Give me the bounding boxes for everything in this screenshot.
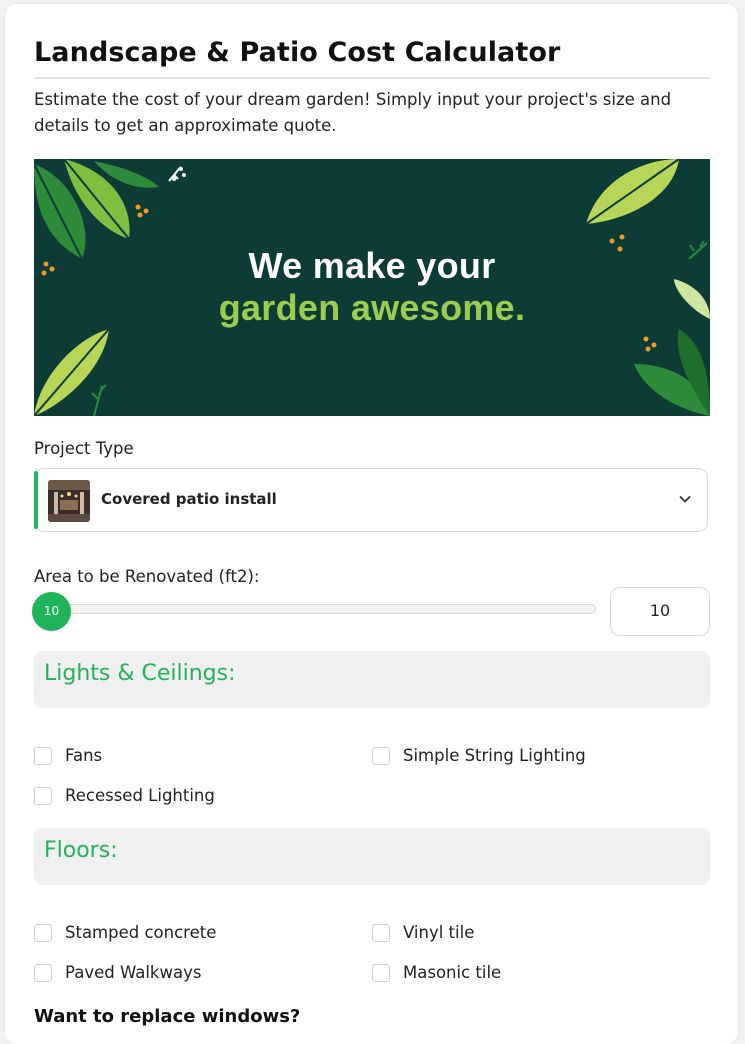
checkbox-vinyl-tile[interactable]: Vinyl tile bbox=[372, 923, 474, 942]
checkbox-fans[interactable]: Fans bbox=[34, 746, 102, 765]
project-type-label: Project Type bbox=[34, 439, 134, 458]
checkbox-recessed-lighting[interactable]: Recessed Lighting bbox=[34, 786, 215, 805]
project-type-select[interactable]: Covered patio install bbox=[34, 468, 708, 532]
floors-section-header: Floors: bbox=[34, 828, 710, 885]
garden-banner: We make your garden awesome. bbox=[34, 159, 710, 416]
chevron-down-icon bbox=[679, 495, 691, 503]
floors-section-title: Floors: bbox=[44, 838, 118, 863]
checkbox-box[interactable] bbox=[34, 786, 52, 805]
checkbox-box[interactable] bbox=[372, 923, 390, 942]
page-title: Landscape & Patio Cost Calculator bbox=[34, 37, 561, 68]
checkbox-box[interactable] bbox=[34, 746, 52, 765]
project-type-value: Covered patio install bbox=[101, 490, 277, 508]
title-divider bbox=[34, 77, 710, 79]
area-slider-handle[interactable]: 10 bbox=[32, 592, 71, 631]
area-number-input[interactable]: 10 bbox=[610, 587, 710, 636]
checkbox-label: Vinyl tile bbox=[403, 923, 475, 942]
area-label: Area to be Renovated (ft2): bbox=[34, 567, 260, 586]
windows-question: Want to replace windows? bbox=[34, 1006, 301, 1027]
area-slider-track[interactable] bbox=[46, 604, 596, 614]
checkbox-simple-string-lighting[interactable]: Simple String Lighting bbox=[372, 746, 586, 765]
lights-section-header: Lights & Ceilings: bbox=[34, 651, 710, 708]
checkbox-box[interactable] bbox=[34, 963, 52, 982]
checkbox-label: Simple String Lighting bbox=[403, 746, 586, 765]
patio-thumbnail bbox=[48, 480, 90, 522]
checkbox-box[interactable] bbox=[372, 746, 390, 765]
select-accent-bar bbox=[34, 471, 38, 529]
checkbox-box[interactable] bbox=[34, 923, 52, 942]
lights-section-title: Lights & Ceilings: bbox=[44, 661, 236, 686]
checkbox-label: Stamped concrete bbox=[65, 923, 217, 942]
checkbox-masonic-tile[interactable]: Masonic tile bbox=[372, 963, 501, 982]
checkbox-label: Fans bbox=[65, 746, 103, 765]
page-subtitle: Estimate the cost of your dream garden! … bbox=[34, 90, 672, 135]
checkbox-label: Paved Walkways bbox=[65, 963, 202, 982]
checkbox-stamped-concrete[interactable]: Stamped concrete bbox=[34, 923, 216, 942]
checkbox-label: Recessed Lighting bbox=[65, 786, 215, 805]
checkbox-paved-walkways[interactable]: Paved Walkways bbox=[34, 963, 201, 982]
banner-headline-line1: We make your bbox=[248, 245, 496, 286]
banner-headline-line2: garden awesome. bbox=[218, 287, 526, 328]
checkbox-label: Masonic tile bbox=[403, 963, 502, 982]
checkbox-box[interactable] bbox=[372, 963, 390, 982]
